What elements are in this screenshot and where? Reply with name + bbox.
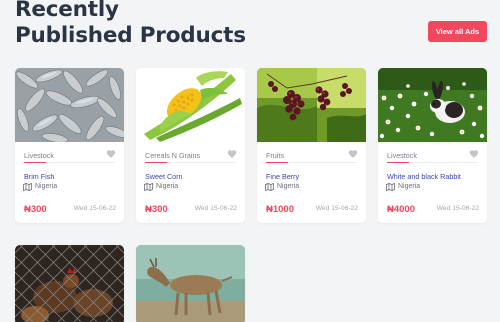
product-category: Cereals N Grains <box>145 151 201 160</box>
product-title[interactable]: Brim Fish <box>24 172 54 181</box>
heading-line-1: Recently <box>15 0 119 22</box>
heart-icon[interactable] <box>348 149 358 159</box>
product-category: Livestock <box>387 151 417 160</box>
product-location: Nigeria <box>156 183 179 190</box>
category-divider <box>387 161 478 163</box>
product-card-fine-berry[interactable]: Fruits Fine Berry Nigeria ₦1000 Wed 15-0… <box>257 68 366 223</box>
product-title[interactable]: Fine Berry <box>266 172 299 181</box>
product-title[interactable]: Sweet Corn <box>145 172 183 181</box>
map-icon <box>265 183 274 191</box>
product-card-goat[interactable] <box>136 245 245 322</box>
product-image-berries[interactable] <box>257 68 366 142</box>
product-category: Fruits <box>266 151 284 160</box>
product-image-corn[interactable] <box>136 68 245 142</box>
product-location: Nigeria <box>277 183 300 190</box>
product-card-chickens[interactable] <box>15 245 124 322</box>
product-image-rabbit[interactable] <box>378 68 487 142</box>
map-icon <box>23 183 32 191</box>
product-location: Nigeria <box>35 183 58 190</box>
heart-icon[interactable] <box>106 149 116 159</box>
product-image-chickens[interactable] <box>15 245 124 322</box>
product-date: Wed 15-06-22 <box>436 205 479 212</box>
product-card-rabbit[interactable]: Livestock White and black Rabbit Nigeria… <box>378 68 487 223</box>
product-date: Wed 15-06-22 <box>315 205 358 212</box>
product-image-goat[interactable] <box>136 245 245 322</box>
section-heading: Recently Published Products <box>15 0 246 49</box>
category-divider <box>24 161 115 163</box>
product-price: ₦4000 <box>387 204 415 215</box>
heart-icon[interactable] <box>469 149 479 159</box>
map-icon <box>386 183 395 191</box>
product-card-sweet-corn[interactable]: Cereals N Grains Sweet Corn Nigeria ₦300… <box>136 68 245 223</box>
product-card-brim-fish[interactable]: Livestock Brim Fish Nigeria ₦300 Wed 15-… <box>15 68 124 223</box>
product-image-fish[interactable] <box>15 68 124 142</box>
category-divider <box>145 161 236 163</box>
product-date: Wed 15-06-22 <box>73 205 116 212</box>
product-category: Livestock <box>24 151 54 160</box>
view-all-ads-button[interactable]: View all Ads <box>428 21 487 42</box>
product-price: ₦300 <box>145 204 168 215</box>
product-date: Wed 15-06-22 <box>194 205 237 212</box>
map-icon <box>144 183 153 191</box>
category-divider <box>266 161 357 163</box>
product-price: ₦1000 <box>266 204 294 215</box>
heart-icon[interactable] <box>227 149 237 159</box>
product-location: Nigeria <box>398 183 421 190</box>
product-title[interactable]: White and black Rabbit <box>387 172 461 181</box>
heading-line-2: Published Products <box>15 23 246 48</box>
product-price: ₦300 <box>24 204 47 215</box>
